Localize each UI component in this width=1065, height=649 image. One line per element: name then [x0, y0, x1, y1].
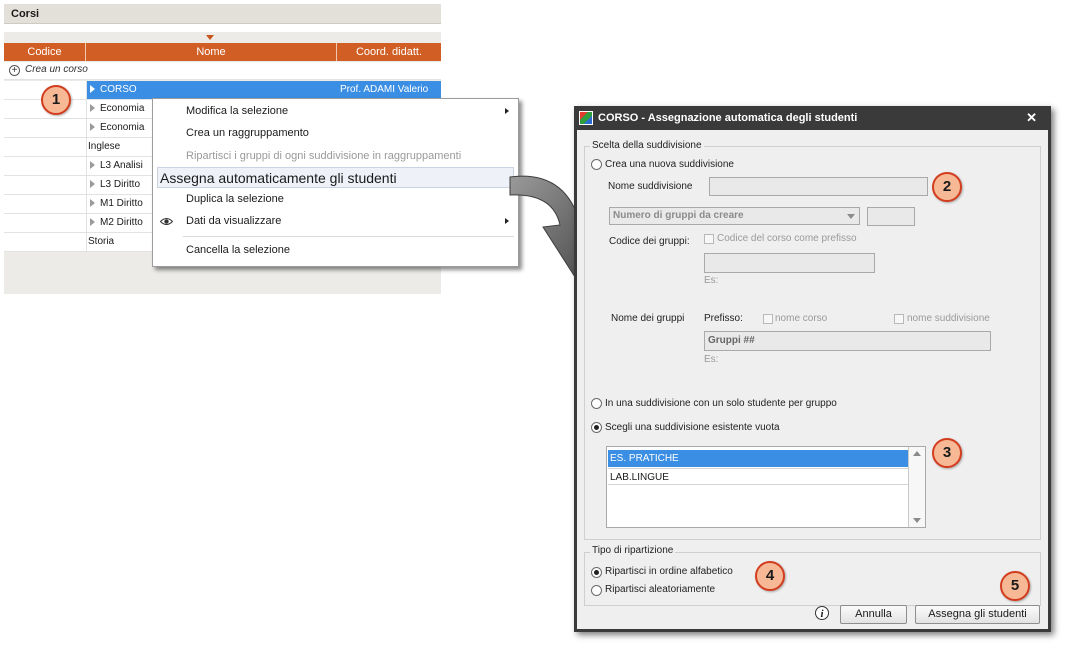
expand-icon[interactable]: [90, 85, 95, 93]
expand-icon[interactable]: [90, 180, 95, 188]
submenu-arrow-icon: [505, 108, 509, 114]
table-cell-name: M2 Diritto: [87, 214, 143, 232]
prefix-label: Prefisso:: [704, 313, 743, 324]
groups-count-dropdown[interactable]: Numero di gruppi da creare: [609, 207, 860, 225]
existing-subdivision-list[interactable]: ES. PRATICHE LAB.LINGUE: [606, 446, 926, 528]
menu-item-duplica[interactable]: Duplica la selezione: [153, 190, 518, 209]
scrollbar[interactable]: [908, 447, 925, 527]
expand-icon[interactable]: [90, 104, 95, 112]
assign-students-button[interactable]: Assegna gli studenti: [915, 605, 1040, 624]
example-label: Es:: [704, 354, 719, 365]
radio-single-student-label: In una suddivisione con un solo studente…: [605, 398, 837, 409]
list-item[interactable]: LAB.LINGUE: [608, 468, 908, 485]
table-cell-coord: Prof. ADAMI Valerio: [340, 84, 429, 95]
table-cell-name: M1 Diritto: [87, 195, 143, 213]
radio-alphabetical[interactable]: [591, 567, 602, 578]
table-cell-name: CORSO: [87, 81, 137, 99]
step-badge-3: 3: [932, 438, 962, 468]
menu-item-ripartisci-gruppi: Ripartisci i gruppi di ogni suddivisione…: [186, 150, 462, 162]
subdivision-name-label: Nome suddivisione: [608, 181, 693, 192]
create-course-row[interactable]: + Crea un corso: [4, 62, 441, 80]
column-header-coord[interactable]: Coord. didatt.: [337, 43, 441, 61]
checkbox-prefix-subdivision-name[interactable]: [894, 314, 904, 324]
table-cell-name: Storia: [88, 236, 115, 247]
subdivision-name-field[interactable]: [709, 177, 928, 196]
context-menu: Modifica la selezione Crea un raggruppam…: [152, 98, 519, 267]
menu-item-dati-visualizzare[interactable]: Dati da visualizzare: [153, 212, 518, 231]
group-name-label: Nome dei gruppi: [611, 313, 685, 324]
distribution-group-title: Tipo di ripartizione: [590, 545, 676, 556]
checkbox-course-prefix[interactable]: [704, 234, 714, 244]
cancel-button[interactable]: Annulla: [840, 605, 907, 624]
column-header-codice[interactable]: Codice: [4, 43, 86, 61]
menu-separator: [183, 236, 514, 237]
radio-alphabetical-label: Ripartisci in ordine alfabetico: [605, 566, 733, 577]
menu-item-modifica[interactable]: Modifica la selezione: [153, 102, 518, 121]
add-icon: +: [9, 65, 20, 76]
radio-random[interactable]: [591, 585, 602, 596]
checkbox-prefix-course-name-label: nome corso: [775, 313, 828, 324]
menu-item-cancella[interactable]: Cancella la selezione: [153, 241, 518, 260]
radio-new-subdivision-label: Crea una nuova suddivisione: [605, 159, 734, 170]
expand-icon[interactable]: [90, 199, 95, 207]
chevron-down-icon: [847, 214, 855, 219]
checkbox-prefix-course-name[interactable]: [763, 314, 773, 324]
dialog-titlebar[interactable]: CORSO - Assegnazione automatica degli st…: [574, 106, 1051, 130]
expand-icon[interactable]: [90, 161, 95, 169]
table-cell-name: Economia: [87, 100, 144, 118]
info-icon[interactable]: i: [815, 606, 829, 620]
table-cell-name: Economia: [87, 119, 144, 137]
scroll-up-icon[interactable]: [913, 451, 921, 456]
dialog-body: Scelta della suddivisione Crea una nuova…: [577, 130, 1048, 629]
checkbox-course-prefix-label: Codice del corso come prefisso: [717, 233, 857, 244]
menu-item-assegna-studenti[interactable]: Assegna automaticamente gli studenti: [157, 167, 514, 188]
menu-item-crea-raggruppamento[interactable]: Crea un raggruppamento: [153, 124, 518, 143]
distribution-group: [584, 552, 1041, 606]
checkbox-prefix-subdivision-name-label: nome suddivisione: [907, 313, 990, 324]
step-badge-5: 5: [1000, 571, 1030, 601]
list-item[interactable]: ES. PRATICHE: [608, 450, 908, 467]
scroll-down-icon[interactable]: [913, 518, 921, 523]
radio-single-student[interactable]: [591, 398, 602, 409]
column-header-nome[interactable]: Nome: [86, 43, 337, 61]
group-code-label: Codice dei gruppi:: [609, 236, 690, 247]
table-cell-name: L3 Diritto: [87, 176, 140, 194]
group-name-field[interactable]: Gruppi ##: [704, 331, 991, 351]
radio-new-subdivision[interactable]: [591, 159, 602, 170]
app-logo-icon: [579, 111, 593, 125]
assign-students-dialog: CORSO - Assegnazione automatica degli st…: [574, 106, 1051, 632]
table-cell-name: Inglese: [88, 141, 121, 152]
step-badge-2: 2: [932, 172, 962, 202]
expand-icon[interactable]: [90, 218, 95, 226]
dialog-title: CORSO - Assegnazione automatica degli st…: [598, 112, 858, 124]
close-icon[interactable]: ✕: [1026, 106, 1037, 130]
table-cell-name: L3 Analisi: [87, 157, 143, 175]
eye-icon: [160, 218, 173, 225]
create-course-label: Crea un corso: [25, 64, 88, 75]
example-label: Es:: [704, 275, 719, 286]
expand-icon[interactable]: [90, 123, 95, 131]
step-badge-4: 4: [755, 561, 785, 591]
panel-title: Corsi: [4, 4, 441, 24]
subdivision-group-title: Scelta della suddivisione: [590, 140, 704, 151]
sort-down-icon[interactable]: [206, 35, 214, 40]
radio-existing-subdivision-label: Scegli una suddivisione esistente vuota: [605, 422, 780, 433]
radio-random-label: Ripartisci aleatoriamente: [605, 584, 716, 595]
groups-count-field[interactable]: [867, 207, 915, 226]
radio-existing-subdivision[interactable]: [591, 422, 602, 433]
step-badge-1: 1: [41, 85, 71, 115]
group-code-field[interactable]: [704, 253, 875, 273]
